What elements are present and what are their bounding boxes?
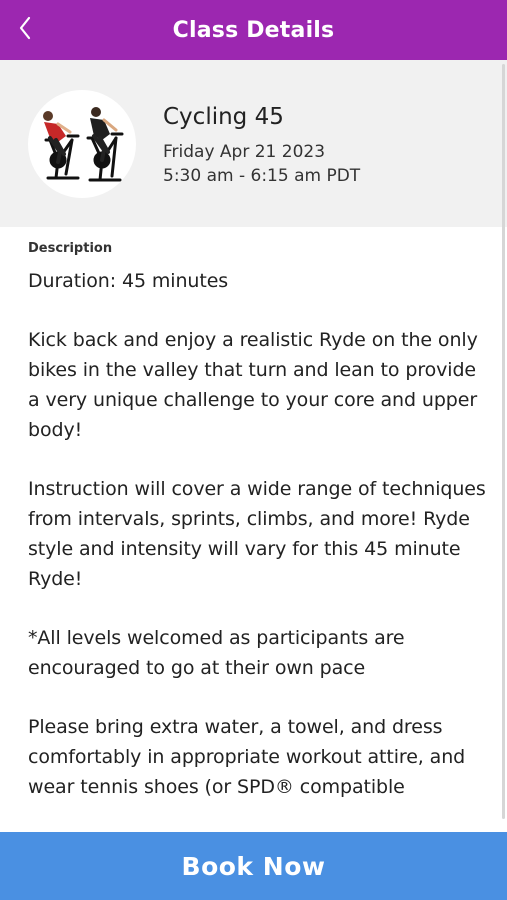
description-paragraph: *All levels welcomed as participants are… xyxy=(28,627,405,679)
class-image xyxy=(28,90,136,198)
cyclists-icon xyxy=(43,107,124,182)
class-summary-card: Cycling 45 Friday Apr 21 2023 5:30 am - … xyxy=(0,60,507,227)
scrollbar[interactable] xyxy=(502,64,505,819)
back-button[interactable] xyxy=(8,8,42,48)
description-paragraph: Please bring extra water, a towel, and d… xyxy=(28,716,466,798)
description-label: Description xyxy=(28,241,113,256)
class-details-content: Cycling 45 Friday Apr 21 2023 5:30 am - … xyxy=(0,60,507,832)
app-header: Class Details xyxy=(0,0,507,60)
class-name: Cycling 45 xyxy=(163,104,284,130)
book-now-button[interactable]: Book Now xyxy=(0,832,507,900)
chevron-left-icon xyxy=(19,16,31,40)
description-paragraph: Instruction will cover a wide range of t… xyxy=(28,478,486,590)
description-paragraph: Kick back and enjoy a realistic Ryde on … xyxy=(28,329,478,441)
class-time: 5:30 am - 6:15 am PDT xyxy=(163,166,361,186)
description-paragraph: Duration: 45 minutes xyxy=(28,270,229,292)
class-date: Friday Apr 21 2023 xyxy=(163,142,326,162)
description-section: Description Duration: 45 minutes Kick ba… xyxy=(0,227,507,802)
page-title: Class Details xyxy=(172,17,335,43)
